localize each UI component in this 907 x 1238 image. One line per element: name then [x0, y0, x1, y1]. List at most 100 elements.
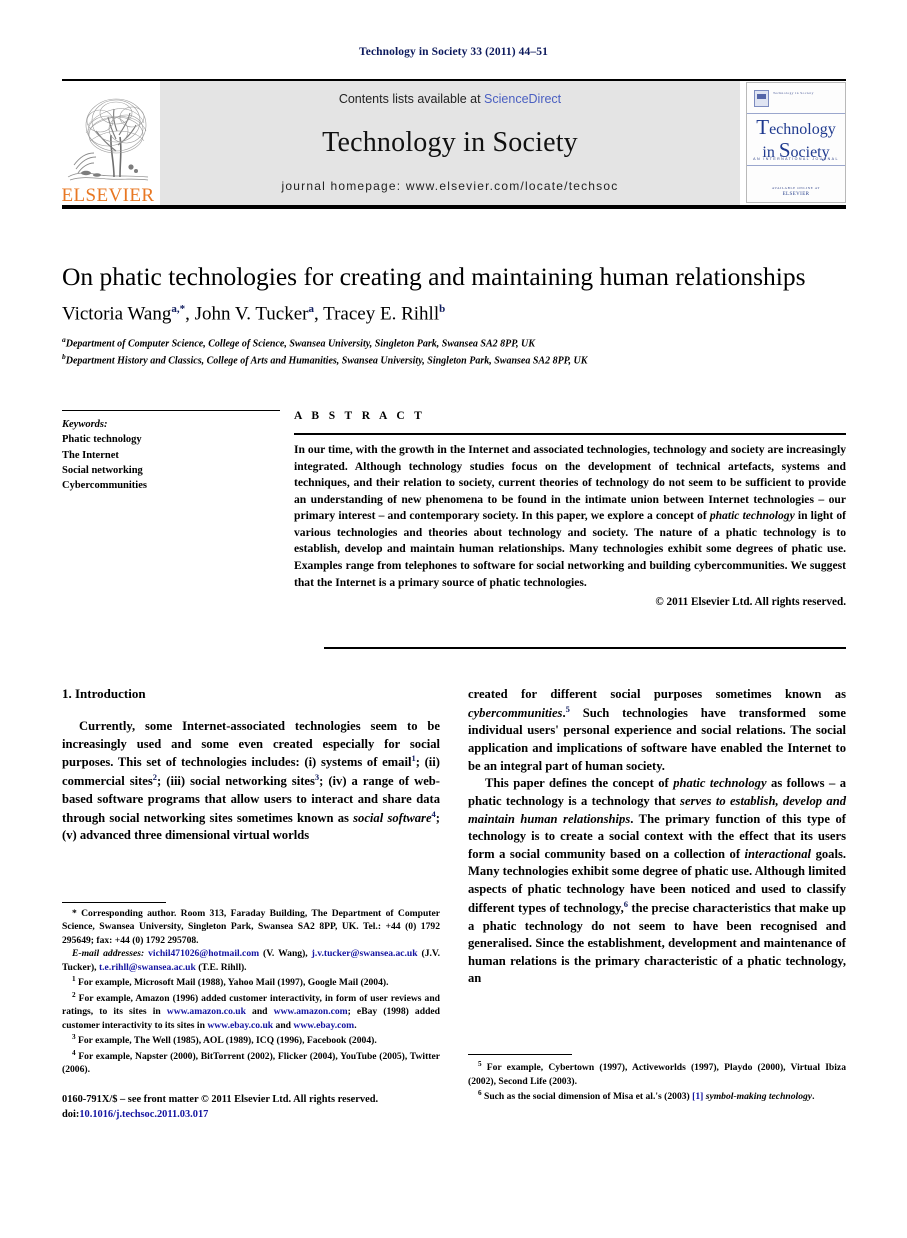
left-column: 1. Introduction Currently, some Internet…: [62, 686, 440, 1120]
journal-title: Technology in Society: [322, 126, 578, 158]
cover-subtitle: AN INTERNATIONAL JOURNAL: [753, 157, 839, 161]
abstract-italic-phatic-technology: phatic technology: [709, 509, 795, 523]
body-columns: 1. Introduction Currently, some Internet…: [62, 686, 846, 1120]
cover-tiny-header: Technology in Society: [773, 91, 814, 95]
cover-title-rest-1: echnology: [769, 121, 836, 138]
author-marks-3: b: [439, 303, 446, 316]
journal-homepage-line[interactable]: journal homepage: www.elsevier.com/locat…: [282, 179, 619, 193]
right-paragraph-1: created for different social purposes so…: [468, 687, 846, 773]
rp2-italic-phatic-technology: phatic technology: [673, 776, 767, 791]
lp1-c: ; (iii) social networking sites: [157, 774, 315, 789]
abstract-bottom-rule: [324, 647, 846, 649]
affiliation-a: aDepartment of Computer Science, College…: [62, 335, 846, 352]
abstract-copyright: © 2011 Elsevier Ltd. All rights reserved…: [655, 596, 846, 609]
lp1-italic-social-software: social software: [353, 810, 432, 825]
author-marks-2: a: [308, 303, 315, 316]
keyword-item: Cybercommunities: [62, 480, 147, 492]
lp1-a: Currently, some Internet-associated tech…: [62, 719, 440, 770]
keywords-column: Keywords: Phatic technology The Internet…: [62, 410, 294, 608]
author-list: Victoria Wanga,*, John V. Tuckera, Trace…: [62, 303, 446, 325]
keyword-item: Phatic technology: [62, 434, 142, 446]
keywords-heading: Keywords:: [62, 419, 108, 430]
right-footnote-zone: 5 For example, Cybertown (1997), Activew…: [468, 1054, 846, 1104]
keywords-rule: [62, 410, 280, 411]
footnote-5: 5 For example, Cybertown (1997), Activew…: [468, 1059, 846, 1088]
abstract-label: A B S T R A C T: [294, 410, 426, 422]
footnote-2-link-4[interactable]: www.ebay.com: [293, 1020, 354, 1031]
cover-rule-lower: [747, 165, 845, 166]
cover-footer-text: AVAILABLE ONLINE AT: [771, 186, 821, 190]
footnote-corresponding-author: * Corresponding author. Room 313, Farada…: [62, 907, 440, 947]
author-name-1: Victoria Wang: [62, 303, 172, 325]
corresponding-text: Corresponding author. Room 313, Faraday …: [62, 908, 440, 946]
cover-rule-upper: [747, 113, 845, 114]
footnote-6-a: Such as the social dimension of Misa et …: [481, 1091, 693, 1103]
section-heading-introduction: 1. Introduction: [62, 686, 146, 701]
title-block: On phatic technologies for creating and …: [62, 262, 846, 368]
rp1-a: created for different social purposes so…: [468, 687, 846, 701]
author-name-2: John V. Tucker: [194, 303, 309, 325]
email-who-1: (V. Wang),: [259, 948, 312, 960]
email-link-3[interactable]: t.e.rihll@swansea.ac.uk: [99, 962, 196, 973]
author-marks-1: a,*: [171, 303, 186, 316]
footnote-separator-rule: [62, 902, 166, 903]
rp1-italic-cybercommunities: cybercommunities: [468, 705, 563, 720]
footnote-6-b: .: [812, 1091, 815, 1103]
footnote-2-link-1[interactable]: www.amazon.co.uk: [167, 1006, 246, 1017]
cover-footer-logo: ELSEVIER: [782, 192, 810, 197]
issn-line: 0160-791X/$ – see front matter © 2011 El…: [62, 1093, 379, 1105]
sciencedirect-link[interactable]: ScienceDirect: [484, 92, 561, 106]
page-title: On phatic technologies for creating and …: [62, 262, 806, 291]
doi-label: doi:: [62, 1108, 80, 1120]
elsevier-wordmark: ELSEVIER: [61, 185, 155, 206]
contents-available-line: Contents lists available at ScienceDirec…: [339, 92, 561, 106]
right-column: created for different social purposes so…: [468, 686, 846, 1102]
footnote-emails: E-mail addresses: vichil471026@hotmail.c…: [62, 947, 440, 974]
footnote-2-link-2[interactable]: www.amazon.com: [274, 1006, 348, 1017]
keyword-item: The Internet: [62, 449, 119, 461]
right-paragraph-2: This paper defines the concept of phatic…: [468, 775, 846, 988]
footnote-2-link-3[interactable]: www.ebay.co.uk: [207, 1020, 273, 1031]
reference-citation-1[interactable]: [1]: [692, 1091, 703, 1102]
affiliation-b: bDepartment History and Classics, Colleg…: [62, 352, 846, 369]
keywords-list: Keywords: Phatic technology The Internet…: [62, 417, 280, 494]
abstract-rule: [294, 433, 846, 435]
left-footnote-zone: * Corresponding author. Room 313, Farada…: [62, 902, 440, 1122]
email-addresses-label: E-mail addresses:: [72, 948, 145, 960]
footnote-3: 3 For example, The Well (1985), AOL (198…: [62, 1032, 440, 1048]
footnote-3-text: For example, The Well (1985), AOL (1989)…: [75, 1035, 377, 1047]
email-link-2[interactable]: j.v.tucker@swansea.ac.uk: [312, 948, 418, 959]
abstract-column: A B S T R A C T In our time, with the gr…: [294, 410, 846, 608]
running-head: Technology in Society 33 (2011) 44–51: [359, 46, 548, 58]
footnote-1-text: For example, Microsoft Mail (1988), Yaho…: [75, 977, 389, 989]
elsevier-tree-icon: [64, 91, 152, 185]
footnote-4: 4 For example, Napster (2000), BitTorren…: [62, 1048, 440, 1077]
masthead-banner: Contents lists available at ScienceDirec…: [160, 81, 740, 205]
cover-title: Technology in Society: [747, 116, 845, 161]
rp2-italic-interactional: interactional: [744, 846, 812, 861]
author-name-3: Tracey E. Rihll: [323, 303, 440, 325]
footnote-6: 6 Such as the social dimension of Misa e…: [468, 1088, 846, 1104]
footnote-2-e: .: [354, 1019, 357, 1031]
affiliation-text-b: Department History and Classics, College…: [65, 355, 588, 367]
footnote-separator-rule: [468, 1054, 572, 1055]
journal-cover-thumbnail: Technology in Society Technology in Soci…: [746, 82, 846, 203]
imprint-block: 0160-791X/$ – see front matter © 2011 El…: [62, 1093, 440, 1123]
email-link-1[interactable]: vichil471026@hotmail.com: [148, 948, 259, 959]
footnote-2-b: and: [245, 1006, 274, 1018]
footnote-2-d: and: [273, 1019, 294, 1031]
footnote-2: 2 For example, Amazon (1996) added custo…: [62, 990, 440, 1032]
doi-link[interactable]: 10.1016/j.techsoc.2011.03.017: [79, 1109, 208, 1120]
email-who-3: (T.E. Rihll).: [195, 961, 247, 973]
abstract-text: In our time, with the growth in the Inte…: [294, 442, 846, 591]
masthead-bottom-rule: [62, 205, 846, 209]
journal-masthead: ELSEVIER Contents lists available at Sci…: [62, 79, 846, 209]
footnote-6-italic: symbol-making technology: [703, 1091, 813, 1103]
footnote-5-text: For example, Cybertown (1997), Activewor…: [468, 1062, 846, 1087]
article-page: Technology in Society 33 (2011) 44–51 EL…: [0, 0, 907, 1238]
affiliation-list: aDepartment of Computer Science, College…: [62, 335, 846, 368]
left-paragraph-1: Currently, some Internet-associated tech…: [62, 718, 440, 845]
cover-title-cap-t: T: [756, 115, 770, 139]
footnote-4-text: For example, Napster (2000), BitTorrent …: [62, 1050, 440, 1076]
abstract-area: Keywords: Phatic technology The Internet…: [62, 410, 846, 608]
